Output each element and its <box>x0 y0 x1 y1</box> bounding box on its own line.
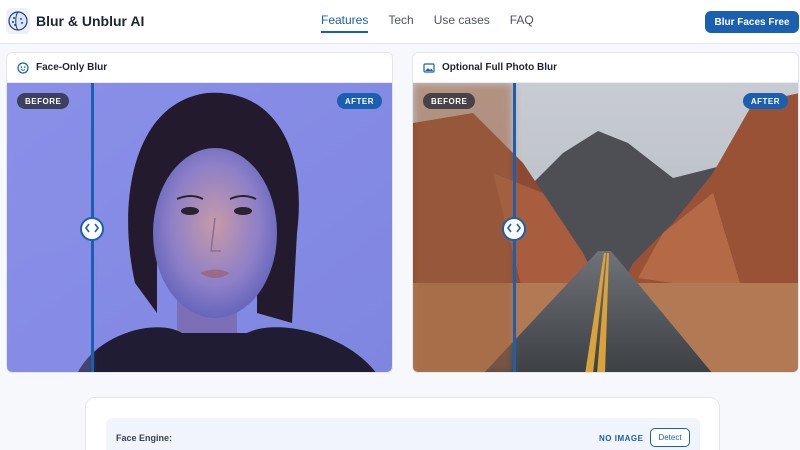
face-only-blur-card: Face-Only Blur BEFORE AFTER <box>6 52 393 373</box>
blur-faces-free-button[interactable]: Blur Faces Free <box>705 11 799 33</box>
slider-handle[interactable] <box>80 217 104 241</box>
portrait-photo <box>7 83 392 372</box>
card-header: Optional Full Photo Blur <box>413 53 798 83</box>
face-engine-panel: Face Engine: NO IMAGE Detect <box>85 397 720 450</box>
top-navbar: Blur & Unblur AI Features Tech Use cases… <box>0 0 800 44</box>
full-photo-blur-card: Optional Full Photo Blur BEFORE AFTER <box>412 52 799 373</box>
card-title: Optional Full Photo Blur <box>442 62 557 73</box>
brand-name: Blur & Unblur AI <box>36 13 145 29</box>
slider-handle[interactable] <box>502 217 526 241</box>
chevron-left-right-icon <box>507 220 521 238</box>
engine-status: NO IMAGE <box>599 434 644 443</box>
before-badge: BEFORE <box>17 93 70 109</box>
card-title: Face-Only Blur <box>36 62 108 73</box>
before-after-comparison[interactable]: BEFORE AFTER <box>413 83 798 372</box>
chevron-left-right-icon <box>85 220 99 238</box>
nav-item-faq[interactable]: FAQ <box>510 13 534 33</box>
face-brain-icon <box>6 8 30 34</box>
image-icon <box>423 62 435 74</box>
nav-item-tech[interactable]: Tech <box>388 13 413 33</box>
nav-item-use-cases[interactable]: Use cases <box>434 13 490 33</box>
face-icon <box>17 61 29 74</box>
after-badge: AFTER <box>336 93 382 109</box>
landscape-photo <box>413 83 798 372</box>
before-after-comparison[interactable]: BEFORE AFTER <box>7 83 392 372</box>
main-nav: Features Tech Use cases FAQ <box>321 13 554 33</box>
card-header: Face-Only Blur <box>7 53 392 83</box>
after-badge: AFTER <box>742 93 788 109</box>
nav-item-features[interactable]: Features <box>321 13 369 33</box>
brand[interactable]: Blur & Unblur AI <box>6 8 144 34</box>
face-engine-row: Face Engine: NO IMAGE Detect <box>106 418 700 450</box>
face-engine-label: Face Engine: <box>116 433 173 443</box>
detect-button[interactable]: Detect <box>650 428 690 447</box>
before-badge: BEFORE <box>423 93 476 109</box>
